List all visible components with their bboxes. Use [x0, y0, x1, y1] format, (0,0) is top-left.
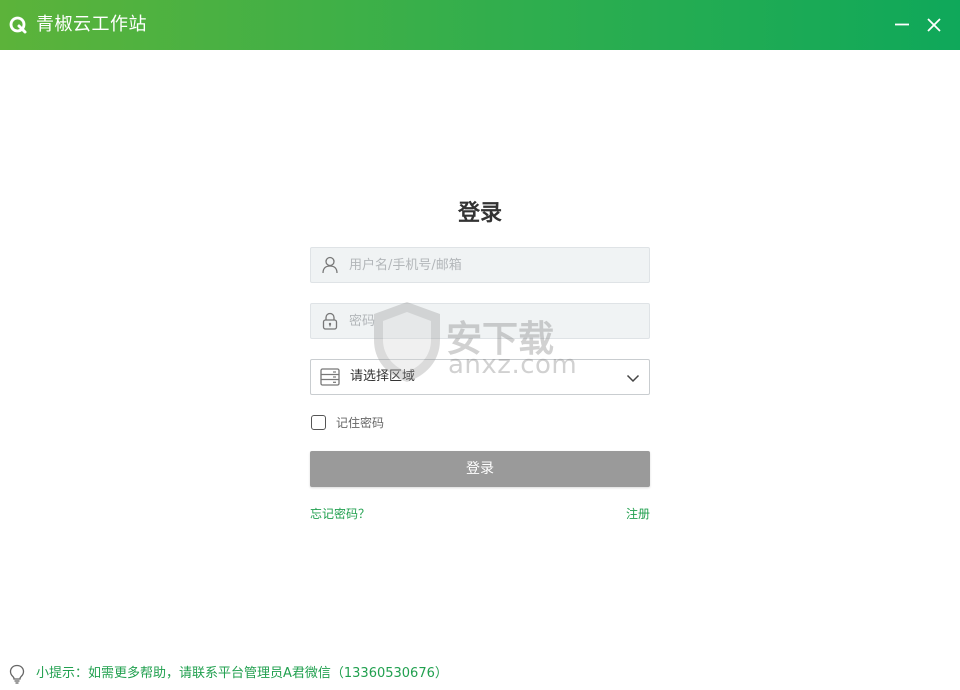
server-icon [320, 367, 340, 387]
remember-password-label: 记住密码 [336, 416, 385, 430]
chevron-down-icon [626, 370, 640, 384]
username-field[interactable] [310, 247, 650, 283]
close-button[interactable] [920, 11, 948, 39]
login-heading: 登录 [457, 201, 502, 226]
region-select[interactable]: 请选择区域 [310, 359, 650, 395]
register-link[interactable]: 注册 [626, 505, 650, 523]
minimize-button[interactable] [888, 11, 916, 39]
login-button[interactable]: 登录 [310, 451, 650, 487]
remember-password-checkbox[interactable] [311, 415, 326, 430]
password-field[interactable] [310, 303, 650, 339]
lightbulb-icon [8, 664, 26, 684]
lock-icon [320, 311, 340, 331]
user-icon [320, 255, 340, 275]
login-window: 青椒云工作站 登录 用户名/手机号/邮箱 请选择区域 记住密码 登录 忘记密码？… [0, 0, 960, 690]
window-title: 青椒云工作站 [36, 14, 147, 35]
forgot-password-link[interactable]: 忘记密码？ [310, 505, 370, 523]
close-icon [927, 18, 941, 32]
region-select-value: 请选择区域 [350, 369, 416, 384]
minimize-icon [895, 23, 909, 26]
help-tip-text: 小提示：如需更多帮助，请联系平台管理员A君微信（13360530676） [36, 666, 448, 681]
username-input[interactable] [349, 248, 639, 282]
app-logo-icon [8, 15, 28, 35]
password-input[interactable] [349, 304, 639, 338]
title-bar: 青椒云工作站 [0, 0, 960, 50]
